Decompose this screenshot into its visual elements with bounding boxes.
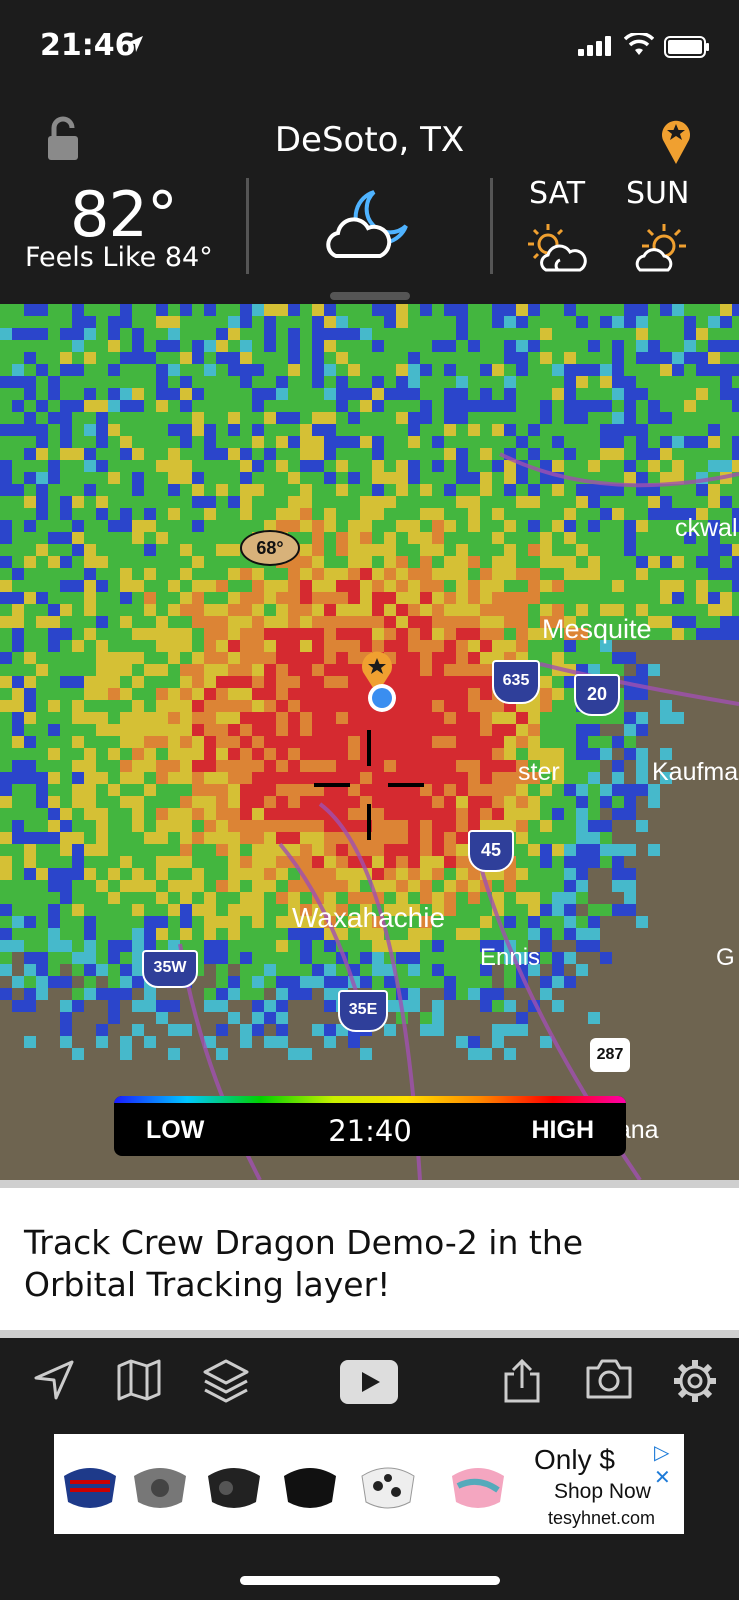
drag-handle[interactable]: [330, 292, 410, 300]
share-icon[interactable]: [500, 1358, 544, 1404]
highway-shield-35w: 35W: [142, 950, 198, 988]
cellular-signal-icon: [578, 36, 611, 56]
navigate-icon[interactable]: [32, 1358, 76, 1402]
mask-product-image: [452, 1468, 504, 1508]
camera-icon[interactable]: [584, 1358, 634, 1400]
map-label-waxahachie: Waxahachie: [292, 902, 446, 933]
map-label-ennis: Ennis: [480, 944, 541, 971]
radar-legend: LOW 21:40 HIGH: [114, 1096, 626, 1156]
ad-banner[interactable]: Only $ ▷ ✕ Shop Now tesyhnet.com: [54, 1434, 684, 1534]
legend-high: HIGH: [531, 1116, 595, 1144]
highway-shield-287: 287: [590, 1038, 630, 1072]
temperature-marker[interactable]: 68°: [240, 530, 300, 566]
mask-product-image: [284, 1468, 336, 1508]
crosshair-icon: [314, 730, 424, 840]
highway-shield-635: 635: [492, 660, 540, 704]
ad-shop-now[interactable]: Shop Now: [554, 1480, 651, 1504]
status-bar: 21:46: [0, 0, 739, 96]
play-video-icon[interactable]: [340, 1360, 398, 1404]
sun-cloud-icon: [635, 224, 686, 272]
map-label-rockwall: ckwal: [675, 514, 738, 542]
wifi-icon: [624, 33, 654, 55]
divider: [490, 178, 493, 274]
promo-border: [0, 1180, 739, 1188]
battery-icon: [664, 36, 709, 58]
location-pin-icon[interactable]: [660, 116, 692, 166]
ad-domain: tesyhnet.com: [548, 1508, 656, 1528]
highway-shield-45: 45: [468, 830, 514, 872]
location-name[interactable]: DeSoto, TX: [0, 120, 739, 160]
mask-product-image: [208, 1468, 260, 1508]
map-label-kaufman: Kaufma: [652, 758, 739, 786]
legend-gradient: [114, 1096, 626, 1103]
status-time: 21:46: [40, 28, 136, 63]
map-label-mesquite: Mesquite: [542, 614, 652, 644]
map-label-g: G: [716, 944, 735, 971]
mask-product-image: [361, 1467, 415, 1509]
current-location-dot-icon: [368, 684, 396, 712]
location-arrow-icon: [127, 36, 143, 52]
highway-shield-20: 20: [574, 674, 620, 716]
radar-map[interactable]: 68° Mesquite Kaufma ckwal ster Waxahachi…: [0, 304, 739, 1180]
highway-shield-35e: 35E: [338, 990, 388, 1032]
settings-icon[interactable]: [672, 1358, 718, 1404]
current-temperature: 82°: [70, 178, 178, 251]
ad-price: Only $: [534, 1444, 615, 1475]
forecast-day-sat[interactable]: SAT: [529, 176, 585, 211]
mask-product-image: [64, 1468, 116, 1508]
sun-cloud-icon: [528, 224, 587, 272]
map-icon[interactable]: [116, 1358, 162, 1402]
promo-banner[interactable]: Track Crew Dragon Demo-2 in the Orbital …: [0, 1188, 739, 1330]
divider: [246, 178, 249, 274]
feels-like: Feels Like 84°: [25, 242, 213, 273]
mask-product-image: [134, 1468, 186, 1508]
promo-text: Track Crew Dragon Demo-2 in the Orbital …: [24, 1223, 584, 1304]
home-indicator[interactable]: [240, 1576, 500, 1585]
forecast-day-sun[interactable]: SUN: [626, 176, 689, 211]
moon-cloud-icon: [326, 190, 408, 258]
layers-icon[interactable]: [202, 1358, 250, 1404]
map-label-lancaster: ster: [518, 758, 560, 786]
ad-choices-icon[interactable]: ▷ ✕: [654, 1440, 684, 1490]
promo-border: [0, 1330, 739, 1338]
